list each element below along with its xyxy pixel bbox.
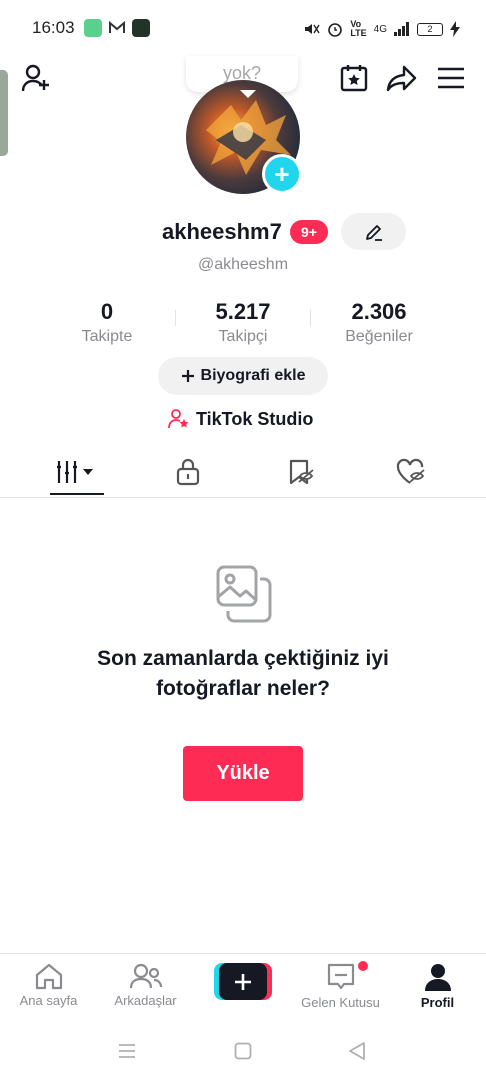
menu-button[interactable]: [434, 62, 468, 94]
lock-icon: [176, 458, 199, 486]
tiktok-studio-label: TikTok Studio: [196, 408, 314, 429]
plus-icon: +: [274, 158, 290, 189]
inbox-notification-dot: [358, 961, 368, 971]
hamburger-icon: [438, 67, 464, 89]
home-button-icon[interactable]: [234, 1042, 252, 1060]
calendar-button[interactable]: [336, 60, 372, 96]
nav-inbox[interactable]: Gelen Kutusu: [292, 962, 389, 1018]
username-row: akheeshm7 9+: [0, 213, 486, 253]
app-notification-icon: [84, 19, 102, 37]
add-bio-button[interactable]: Biyografi ekle: [158, 357, 328, 395]
bookmark-hidden-icon: [289, 459, 314, 485]
share-arrow-icon: [386, 65, 417, 92]
stat-likes-label: Beğeniler: [345, 328, 413, 345]
calendar-star-icon: [340, 65, 368, 92]
stat-followers-label: Takipçi: [218, 328, 268, 345]
nav-friends-label: Arkadaşlar: [114, 993, 177, 1008]
tiktok-studio-link[interactable]: TikTok Studio: [168, 406, 313, 432]
profile-icon: [424, 964, 451, 991]
empty-state-title: Son zamanlarda çektiğiniz iyi fotoğrafla…: [97, 647, 389, 700]
grid-filter-icon: [56, 461, 93, 483]
friends-icon: [129, 963, 162, 989]
heart-hidden-icon: [396, 458, 425, 484]
profile-tabs: [0, 448, 486, 498]
add-friend-button[interactable]: [18, 60, 54, 96]
nav-profile-label: Profil: [420, 995, 455, 1010]
nav-home[interactable]: Ana sayfa: [0, 962, 97, 1018]
stat-likes-value: 2.306: [351, 299, 407, 324]
add-bio-label: Biyografi ekle: [200, 367, 306, 384]
battery-level: 2: [427, 23, 433, 34]
inbox-icon: [327, 963, 354, 990]
photos-icon: [216, 565, 272, 623]
nav-friends[interactable]: Arkadaşlar: [97, 962, 194, 1018]
add-person-icon: [21, 64, 49, 92]
battery-icon: 2: [417, 22, 443, 36]
tooltip-tail: [240, 90, 256, 98]
create-button[interactable]: [214, 963, 272, 1000]
username: akheeshm7: [162, 219, 282, 244]
tab-videos[interactable]: [16, 448, 137, 496]
mute-icon: [305, 24, 320, 34]
volte-icon: Vo LTE: [350, 19, 367, 38]
alarm-icon: [328, 23, 343, 37]
edge-panel-handle[interactable]: [0, 70, 8, 156]
nav-profile[interactable]: Profil: [389, 962, 486, 1018]
notification-badge[interactable]: 9+: [290, 220, 328, 244]
stat-followers-value: 5.217: [215, 299, 271, 324]
nav-home-label: Ana sayfa: [19, 993, 78, 1008]
stat-following-value: 0: [100, 299, 114, 324]
home-icon: [35, 963, 62, 990]
app-notification-icon-2: [132, 19, 150, 37]
status-icons: Vo LTE 4G 2: [302, 18, 460, 40]
network-label: 4G: [373, 23, 387, 35]
edit-profile-button[interactable]: [341, 213, 406, 250]
recent-apps-icon[interactable]: [118, 1043, 136, 1059]
nav-inbox-label: Gelen Kutusu: [301, 995, 380, 1010]
active-tab-indicator: [50, 493, 104, 495]
plus-icon: [181, 370, 194, 382]
pencil-icon: [365, 224, 382, 241]
tab-saved[interactable]: [240, 448, 361, 496]
stat-following-label: Takipte: [81, 328, 133, 345]
tab-private[interactable]: [127, 448, 248, 496]
status-bar: 16:03 Vo LTE 4G 2: [0, 0, 486, 56]
stat-likes[interactable]: 2.306 Beğeniler: [309, 298, 449, 347]
profile-stats: 0 Takipte 5.217 Takipçi 2.306 Beğeniler: [0, 298, 486, 348]
stat-followers[interactable]: 5.217 Takipçi: [173, 298, 313, 347]
add-avatar-button[interactable]: +: [262, 154, 302, 194]
signal-icon: [394, 22, 409, 36]
mail-icon: [108, 19, 126, 37]
bottom-navigation: Ana sayfa Arkadaşlar Gelen Kutusu Profil: [0, 953, 486, 1023]
user-handle: @akheeshm: [197, 256, 289, 273]
person-star-icon: [168, 409, 189, 429]
tab-liked[interactable]: [350, 448, 471, 496]
system-navigation-bar: [0, 1023, 486, 1080]
status-time: 16:03: [32, 18, 75, 37]
back-icon[interactable]: [348, 1041, 366, 1061]
stat-following[interactable]: 0 Takipte: [37, 298, 177, 347]
create-plus-icon: [219, 963, 267, 1000]
upload-button[interactable]: Yükle: [183, 746, 303, 801]
share-button[interactable]: [384, 60, 420, 96]
charging-icon: [450, 21, 460, 37]
